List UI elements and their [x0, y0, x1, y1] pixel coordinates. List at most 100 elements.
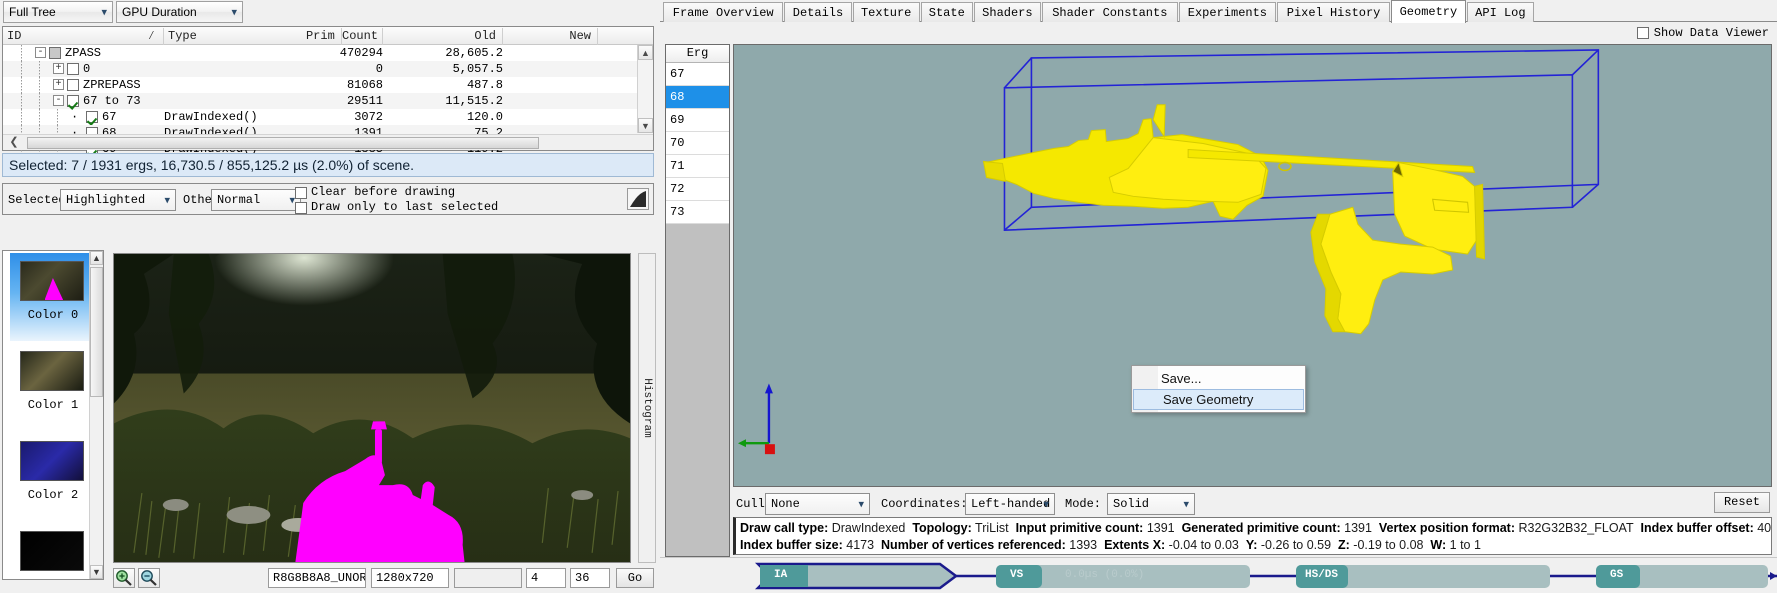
- table-row[interactable]: +0 0 5,057.5: [3, 61, 653, 77]
- thumbnail-image: [20, 351, 84, 391]
- zoom-in-icon: [116, 570, 132, 586]
- right-panel: Frame Overview Details Texture State Shaders…: [660, 0, 1777, 593]
- tree-mode-select[interactable]: Full Tree ▾: [3, 1, 113, 23]
- render-target-thumbnail-list[interactable]: Color 0 Color 1 Color 2 ▲ ▼: [2, 250, 104, 580]
- context-menu[interactable]: Save... Save Geometry: [1131, 365, 1306, 413]
- expand-icon[interactable]: +: [53, 79, 64, 91]
- format-field[interactable]: R8G8B8A8_UNORM: [268, 568, 366, 588]
- clear-before-drawing-label: Clear before drawing: [311, 185, 456, 199]
- table-row[interactable]: + ZPREPASS 81068 487.8: [3, 77, 653, 93]
- tree-row-checkbox[interactable]: [86, 110, 98, 123]
- list-item[interactable]: 69: [666, 109, 729, 132]
- coordinates-select[interactable]: Left-handed ▾: [965, 493, 1055, 515]
- table-row[interactable]: · 67 DrawIndexed() 3072 120.0: [3, 109, 653, 125]
- mode-select[interactable]: Solid ▾: [1107, 493, 1195, 515]
- show-data-viewer-checkbox[interactable]: [1636, 27, 1649, 39]
- geometry-info-box: Draw call type: DrawIndexed Topology: Tr…: [733, 517, 1772, 555]
- tab-frame-overview[interactable]: Frame Overview: [663, 2, 784, 22]
- tree-row-checkbox[interactable]: [67, 62, 79, 75]
- list-item[interactable]: 72: [666, 178, 729, 201]
- table-row[interactable]: - ZPASS 470294 28,605.2: [3, 45, 653, 61]
- mip-field[interactable]: 4: [526, 568, 566, 588]
- scroll-up-icon[interactable]: ▲: [638, 45, 653, 60]
- cull-select[interactable]: None ▾: [765, 493, 870, 515]
- tab-state[interactable]: State: [920, 2, 973, 22]
- tab-label: State: [928, 5, 965, 20]
- thumbnail-items: Color 0 Color 1 Color 2: [3, 253, 103, 579]
- histogram-rail[interactable]: Histogram: [638, 253, 656, 563]
- zoom-in-button[interactable]: [113, 568, 135, 588]
- tree-row-checkbox[interactable]: [49, 46, 61, 59]
- tab-label: Details: [792, 5, 844, 20]
- scroll-up-icon[interactable]: ▲: [90, 251, 103, 265]
- reset-button[interactable]: Reset: [1714, 492, 1770, 513]
- collapse-icon[interactable]: -: [35, 47, 46, 59]
- table-row[interactable]: - 67 to 73 29511 11,515.2: [3, 93, 653, 109]
- tab-label: Experiments: [1187, 5, 1267, 20]
- list-item[interactable]: 67: [666, 63, 729, 86]
- pipeline-stage-ia-label: IA: [774, 569, 788, 581]
- tree-row-id: - 67 to 73: [3, 93, 141, 109]
- list-item[interactable]: Color 0: [10, 253, 96, 341]
- scroll-down-icon[interactable]: ▼: [90, 565, 103, 579]
- list-item[interactable]: Color 2: [10, 433, 96, 521]
- selected-mode-select[interactable]: Highlighted ▾: [60, 189, 176, 211]
- render-target-preview[interactable]: [113, 253, 631, 563]
- tree-vertical-scrollbar[interactable]: ▲ ▼: [637, 45, 653, 133]
- erg-list[interactable]: Erg 67 68 69 70 71 72 73: [665, 44, 730, 557]
- zoom-out-button[interactable]: [138, 568, 160, 588]
- list-item[interactable]: Color 1: [10, 343, 96, 431]
- draw-call-tree[interactable]: ID ⁄ Type Prim Count Old New - ZPASS 47029…: [2, 26, 654, 157]
- list-item[interactable]: 70: [666, 132, 729, 155]
- tab-geometry[interactable]: Geometry: [1391, 0, 1466, 23]
- viewport-controls: Cull: None ▾ Coordinates: Left-handed ▾ …: [733, 490, 1772, 517]
- tree-row-checkbox[interactable]: [67, 94, 79, 107]
- resolution-field[interactable]: 1280x720: [371, 568, 449, 588]
- tree-horizontal-scrollbar[interactable]: ❮: [3, 134, 653, 150]
- tab-texture[interactable]: Texture: [852, 2, 920, 22]
- show-data-viewer-control[interactable]: Show Data Viewer: [1636, 26, 1769, 40]
- hscroll-thumb[interactable]: [27, 137, 539, 149]
- info-key: Extents X:: [1104, 538, 1166, 552]
- tree-row-label: ZPREPASS: [83, 78, 141, 92]
- info-key: Generated primitive count:: [1181, 521, 1341, 535]
- tab-api-log[interactable]: API Log: [1466, 2, 1534, 22]
- tab-shaders[interactable]: Shaders: [973, 2, 1041, 22]
- thumbnail-scrollbar[interactable]: ▲ ▼: [89, 251, 103, 579]
- tree-row-old: 11,515.2: [445, 94, 503, 108]
- context-menu-item-save[interactable]: Save...: [1132, 368, 1305, 389]
- tree-col-old[interactable]: Old: [383, 28, 503, 45]
- tab-pixel-history[interactable]: Pixel History: [1277, 2, 1390, 22]
- extra-field[interactable]: [454, 568, 522, 588]
- thumbnail-scroll-thumb[interactable]: [90, 267, 103, 397]
- pipeline-stage-vs-time: 0.0µs (0.0%): [1065, 569, 1145, 581]
- scroll-left-icon[interactable]: ❮: [6, 135, 22, 151]
- go-button[interactable]: Go: [616, 568, 654, 588]
- slice-field[interactable]: 36: [570, 568, 610, 588]
- tree-col-prim-count[interactable]: Prim Count: [306, 28, 383, 45]
- scroll-down-icon[interactable]: ▼: [638, 118, 653, 133]
- metric-select[interactable]: GPU Duration ▾: [116, 1, 243, 23]
- tree-row-checkbox[interactable]: [67, 78, 79, 91]
- draw-only-last-selected-checkbox[interactable]: [295, 202, 307, 214]
- pipeline-stage-gs-label: GS: [1610, 569, 1624, 581]
- clear-before-drawing-checkbox[interactable]: [295, 187, 307, 199]
- tab-details[interactable]: Details: [784, 2, 852, 22]
- list-item[interactable]: [10, 523, 96, 579]
- tab-experiments[interactable]: Experiments: [1178, 2, 1277, 22]
- pipeline-stage-bar[interactable]: IA VS 0.0µs (0.0%) HS/DS GS: [660, 557, 1777, 593]
- list-item[interactable]: 71: [666, 155, 729, 178]
- expand-icon[interactable]: +: [53, 63, 64, 75]
- info-value: 1393: [1065, 538, 1105, 552]
- tree-col-new[interactable]: New: [503, 28, 598, 45]
- context-menu-item-save-geometry[interactable]: Save Geometry: [1133, 389, 1304, 410]
- list-item[interactable]: 68: [666, 86, 729, 109]
- list-item[interactable]: 73: [666, 201, 729, 224]
- other-mode-select[interactable]: Normal ▾: [211, 189, 301, 211]
- histogram-toggle-button[interactable]: [627, 188, 649, 210]
- tree-col-id[interactable]: ID ⁄: [3, 28, 164, 45]
- tab-label: Pixel History: [1286, 5, 1381, 20]
- collapse-icon[interactable]: -: [53, 95, 64, 107]
- geometry-viewport[interactable]: Save... Save Geometry: [733, 44, 1772, 487]
- tab-shader-constants[interactable]: Shader Constants: [1042, 2, 1178, 22]
